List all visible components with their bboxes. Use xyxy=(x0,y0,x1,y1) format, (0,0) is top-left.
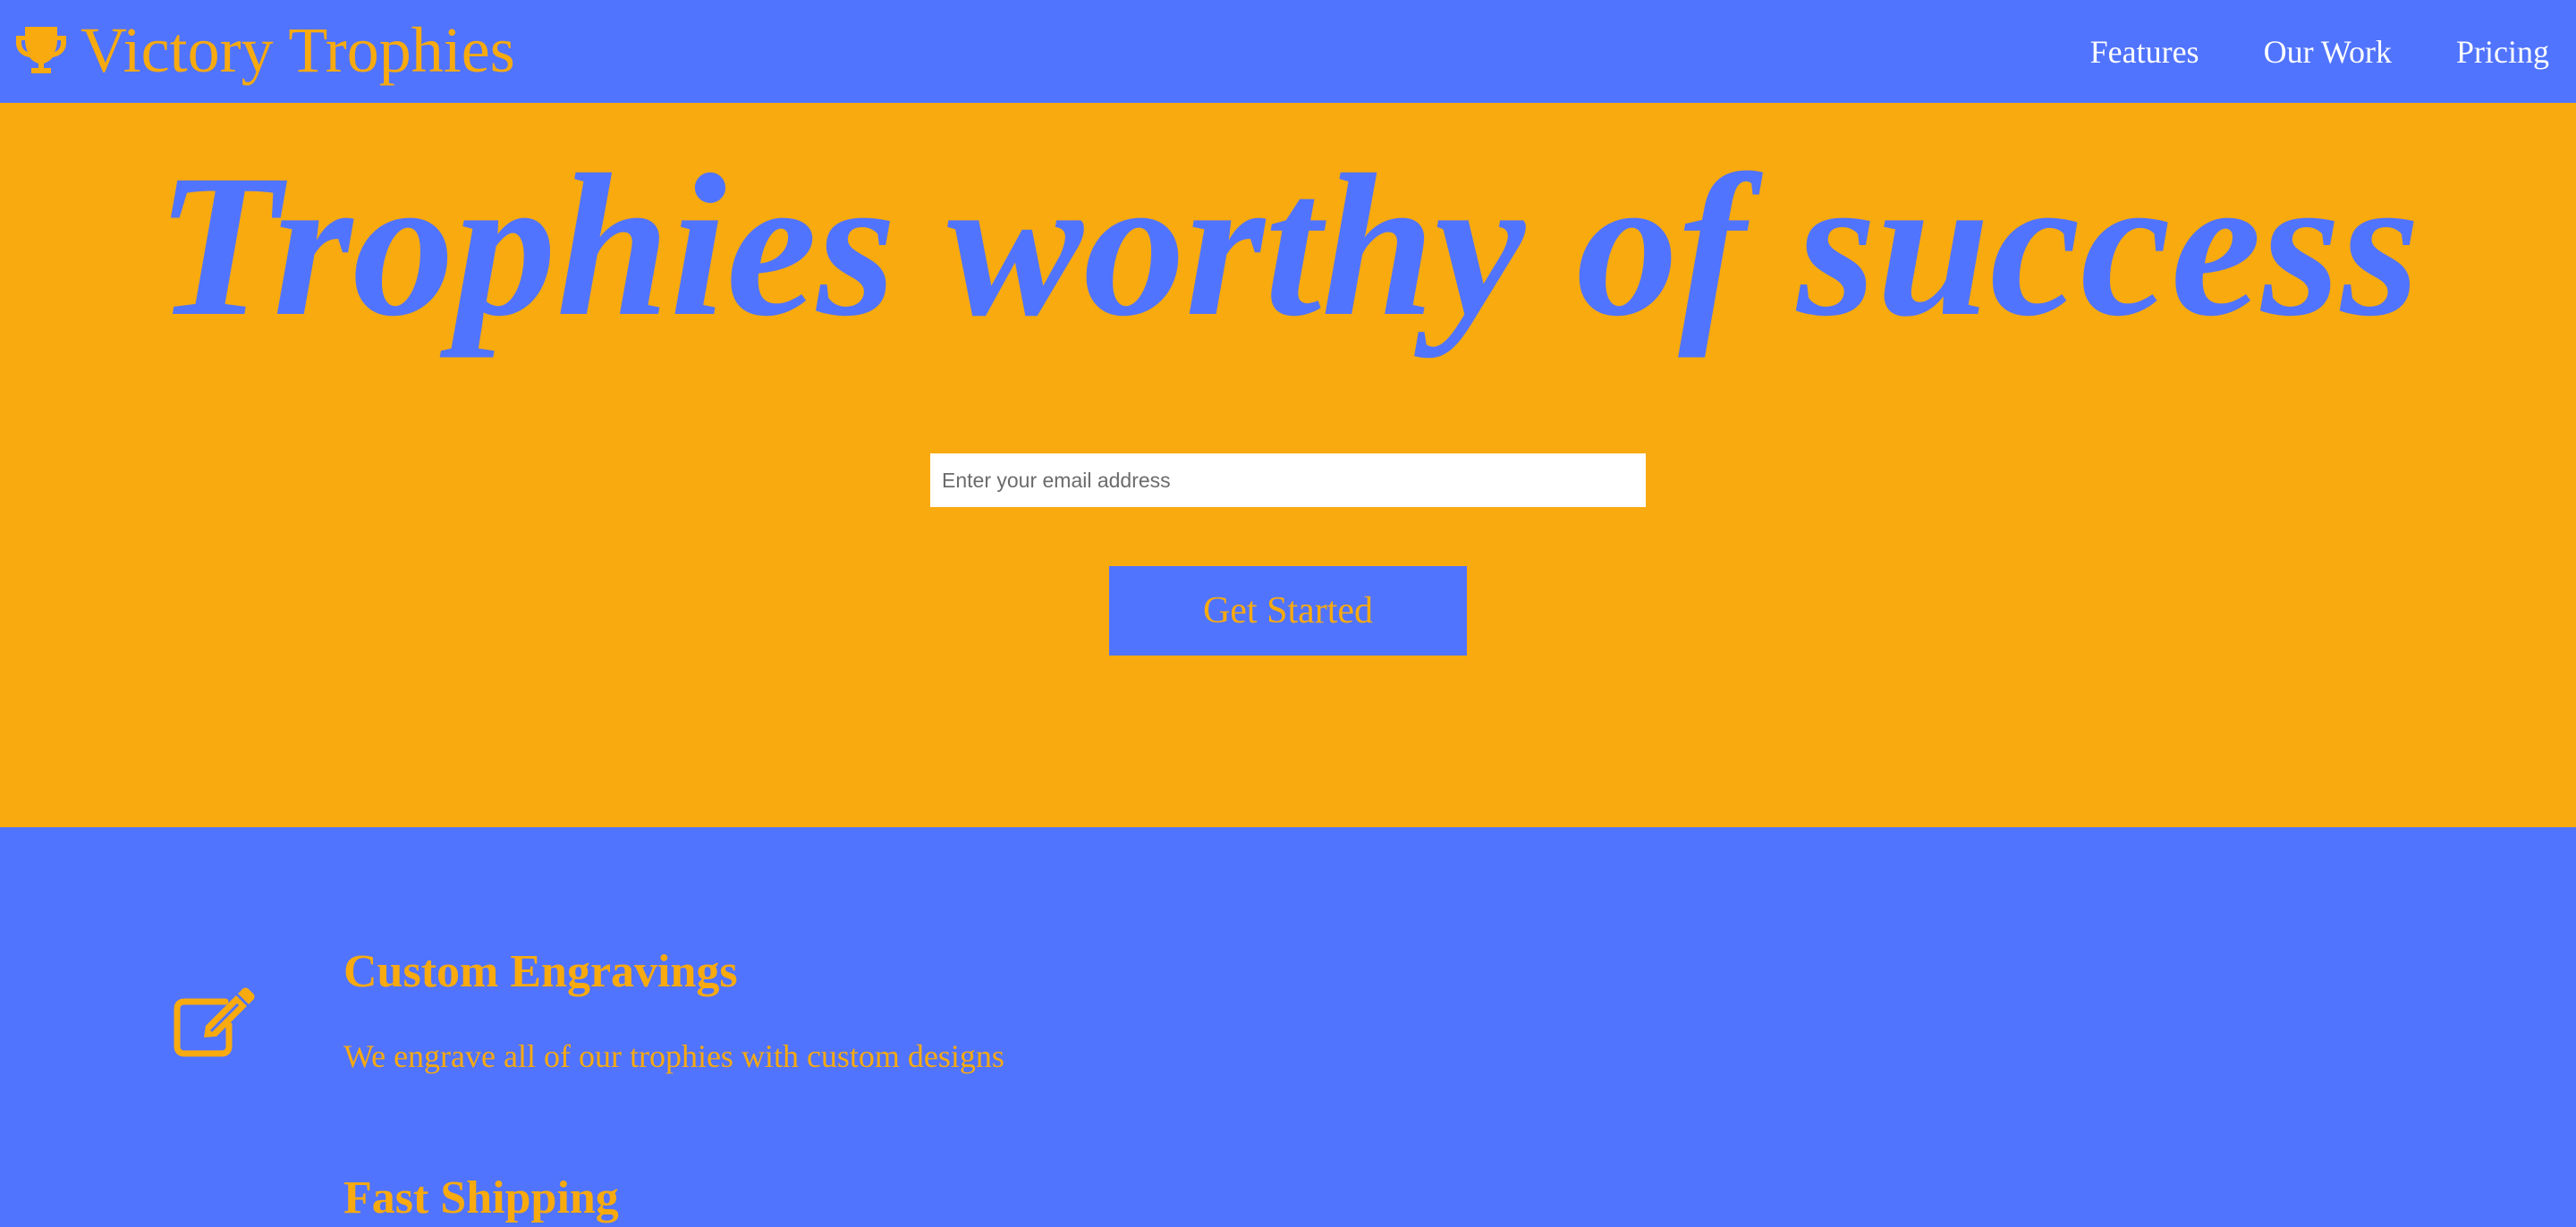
site-header: Victory Trophies Features Our Work Prici… xyxy=(0,0,2576,103)
brand-name: Victory Trophies xyxy=(80,14,515,86)
nav-link-our-work[interactable]: Our Work xyxy=(2264,33,2392,71)
nav-link-pricing[interactable]: Pricing xyxy=(2456,33,2549,71)
trophy-icon xyxy=(16,27,66,73)
get-started-button[interactable]: Get Started xyxy=(1109,566,1467,656)
feature-description-custom-engravings: We engrave all of our trophies with cust… xyxy=(343,1038,1004,1074)
email-input[interactable] xyxy=(930,453,1646,507)
main-nav: Features Our Work Pricing xyxy=(2026,0,2549,103)
feature-title-fast-shipping: Fast Shipping xyxy=(343,1172,619,1223)
features-section: Custom Engravings We engrave all of our … xyxy=(0,827,2576,1223)
feature-title-custom-engravings: Custom Engravings xyxy=(343,946,738,997)
hero-title: Trophies worthy of success xyxy=(156,133,2420,359)
nav-link-features[interactable]: Features xyxy=(2090,33,2199,71)
edit-icon xyxy=(174,987,255,1057)
brand-logo-link[interactable]: Victory Trophies xyxy=(13,14,515,86)
hero-section: Trophies worthy of success Get Started xyxy=(0,103,2576,827)
